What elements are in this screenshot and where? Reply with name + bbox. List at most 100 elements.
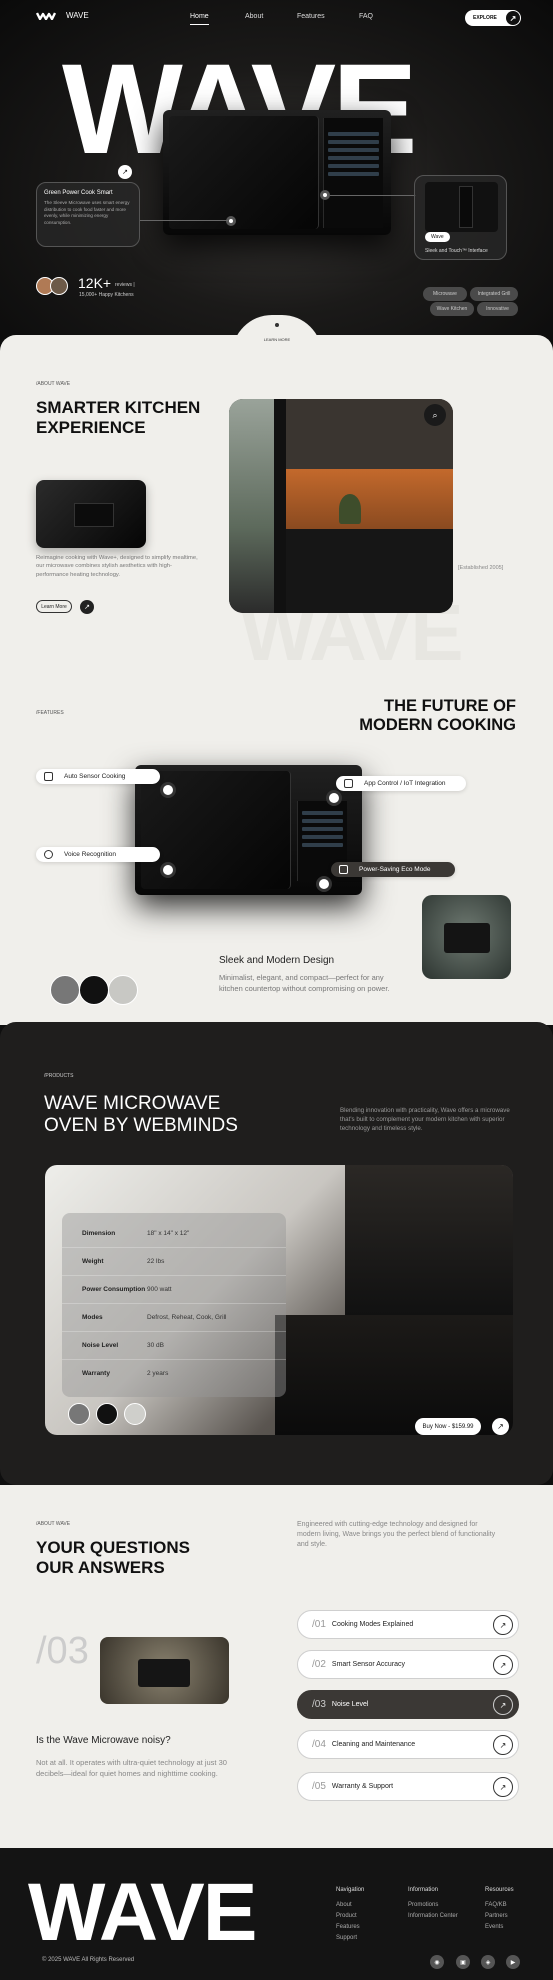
established-label: [Established 2005] — [458, 565, 504, 571]
arrow-up-right-icon: ↗ — [506, 11, 520, 25]
arrow-up-right-icon: ↗ — [493, 1735, 513, 1755]
hotspot-dot[interactable] — [160, 782, 176, 798]
wave-chip: Wave — [425, 232, 450, 242]
nav-home[interactable]: Home — [190, 13, 209, 25]
nav-about[interactable]: About — [245, 13, 263, 20]
color-swatch-black[interactable] — [79, 975, 109, 1005]
review-count: 12K+ — [78, 275, 112, 291]
faq-photo — [100, 1637, 229, 1704]
happy-kitchens: 15,000+ Happy Kitchens — [79, 292, 134, 298]
tag-pill[interactable]: Microwave — [423, 287, 467, 301]
features-title: THE FUTURE OF MODERN COOKING — [359, 697, 516, 734]
hotspot-dot[interactable] — [320, 190, 330, 200]
footer-nav: Navigation About Product Features Support — [336, 1887, 365, 1941]
learn-more-label: LEARN MORE — [263, 337, 291, 342]
faq-title: YOUR QUESTIONS OUR ANSWERS — [36, 1538, 190, 1577]
design-photo — [422, 895, 511, 979]
table-row: Dimension 18" x 14" x 12" — [82, 1229, 190, 1237]
interface-label: Sleek and Touch™ Interface — [425, 248, 488, 254]
arrow-up-right-icon: ↗ — [493, 1655, 513, 1675]
faq-item[interactable]: /02 Smart Sensor Accuracy ↗ — [297, 1650, 519, 1679]
hero-section: WAVE Home About Features FAQ EXPLORE↗ WA… — [0, 0, 553, 345]
table-row: Modes Defrost, Reheat, Cook, Grill — [62, 1303, 286, 1331]
nav-features[interactable]: Features — [297, 13, 325, 20]
hotspot-dot[interactable] — [326, 790, 342, 806]
feature-voice[interactable]: Voice Recognition — [36, 847, 160, 862]
kitchen-photo — [229, 399, 453, 613]
page: WAVE Home About Features FAQ EXPLORE ↗ WA… — [0, 0, 553, 1980]
faq-answer: Not at all. It operates with ultra-quiet… — [36, 1758, 227, 1778]
faq-item[interactable]: /04 Cleaning and Maintenance ↗ — [297, 1730, 519, 1759]
about-tag: /ABOUT WAVE — [36, 381, 71, 387]
qr-icon — [344, 779, 353, 788]
spec-table: Dimension 18" x 14" x 12" Weight 22 lbs Po… — [62, 1213, 286, 1397]
feature-app-control[interactable]: App Control / IoT Integration — [336, 776, 466, 791]
social-icon[interactable]: ◈ — [481, 1955, 495, 1969]
arrow-up-right-icon[interactable]: ↗ — [80, 600, 94, 614]
feature-eco[interactable]: Power-Saving Eco Mode — [331, 862, 455, 877]
faq-intro: Engineered with cutting-edge technology … — [297, 1521, 496, 1549]
social-icon[interactable]: ◉ — [430, 1955, 444, 1969]
interface-card[interactable]: Wave Sleek and Touch™ Interface — [414, 175, 507, 260]
sensor-icon — [44, 772, 53, 781]
copyright: © 2025 WAVE All Rights Reserved — [42, 1957, 135, 1963]
arrow-up-right-icon: ↗ — [493, 1777, 513, 1797]
arrow-up-right-icon: ↗ — [493, 1695, 513, 1715]
color-swatch-silver[interactable] — [124, 1403, 146, 1425]
faq-tag: /ABOUT WAVE — [36, 1521, 71, 1527]
design-text: Minimalist, elegant, and compact—perfect… — [219, 973, 390, 993]
table-row: Warranty 2 years — [62, 1359, 286, 1387]
nav-faq[interactable]: FAQ — [359, 13, 373, 20]
connector-line — [140, 220, 228, 221]
buy-now-button[interactable]: Buy Now - $159.99 — [415, 1418, 481, 1435]
tag-pill[interactable]: Integrated Grill — [470, 287, 518, 301]
green-power-card: Green Power Cook Smart The Sleeve Microw… — [36, 182, 140, 247]
faq-item-active[interactable]: /03 Noise Level ↗ — [297, 1690, 519, 1719]
design-title: Sleek and Modern Design — [219, 955, 335, 966]
avatar — [50, 277, 68, 295]
footer-resources: Resources FAQ/KB Partners Events — [485, 1887, 514, 1930]
table-row: Weight 22 lbs — [62, 1247, 286, 1275]
about-text: Reimagine cooking with Wave+, designed t… — [36, 555, 198, 578]
hotspot-dot[interactable] — [316, 876, 332, 892]
product-thumb — [36, 480, 146, 548]
feature-auto-sensor[interactable]: Auto Sensor Cooking — [36, 769, 160, 784]
learn-more-button[interactable]: Learn More — [36, 600, 72, 613]
tag-pill[interactable]: Innovative — [477, 302, 518, 316]
leaf-icon — [339, 865, 348, 874]
hotspot-dot[interactable] — [226, 216, 236, 226]
products-tag: /PRODUCTS — [44, 1073, 74, 1079]
table-row: Noise Level 30 dB — [62, 1331, 286, 1359]
brand-name: WAVE — [66, 11, 89, 20]
footer-wordmark: WAVE — [28, 1867, 257, 1958]
faq-item[interactable]: /01 Cooking Modes Explained ↗ — [297, 1610, 519, 1639]
search-icon[interactable]: ⌕ — [424, 404, 446, 426]
faq-number: /03 — [36, 1630, 89, 1672]
social-icon[interactable]: ▶ — [506, 1955, 520, 1969]
wave-logo-icon — [36, 12, 56, 20]
features-tag: /FEATURES — [36, 710, 64, 716]
card-text: The Sleeve Microwave uses smart energy d… — [44, 200, 130, 225]
arrow-up-right-icon: ↗ — [493, 1615, 513, 1635]
arrow-up-right-icon[interactable]: ↗ — [492, 1418, 509, 1435]
about-title: SMARTER KITCHEN EXPERIENCE — [36, 398, 201, 437]
down-arrow-icon — [275, 323, 279, 327]
microwave-image — [163, 110, 391, 235]
review-label: reviews | — [115, 282, 135, 288]
color-swatch-grey[interactable] — [68, 1403, 90, 1425]
brand[interactable]: WAVE — [36, 11, 89, 20]
explore-button[interactable]: EXPLORE ↗ — [465, 10, 521, 26]
faq-item[interactable]: /05 Warranty & Support ↗ — [297, 1772, 519, 1801]
arrow-up-right-icon[interactable]: ↗ — [118, 165, 132, 179]
products-text: Blending innovation with practicality, W… — [340, 1107, 510, 1132]
color-swatch-grey[interactable] — [50, 975, 80, 1005]
voice-icon — [44, 850, 53, 859]
explore-label: EXPLORE — [473, 15, 497, 21]
hotspot-dot[interactable] — [160, 862, 176, 878]
color-swatch-silver[interactable] — [108, 975, 138, 1005]
footer-info: Information Promotions Information Center — [408, 1887, 458, 1919]
color-swatch-black[interactable] — [96, 1403, 118, 1425]
tag-pill[interactable]: Wave Kitchen — [430, 302, 474, 316]
social-icon[interactable]: ▣ — [456, 1955, 470, 1969]
card-title: Green Power Cook Smart — [44, 190, 113, 196]
